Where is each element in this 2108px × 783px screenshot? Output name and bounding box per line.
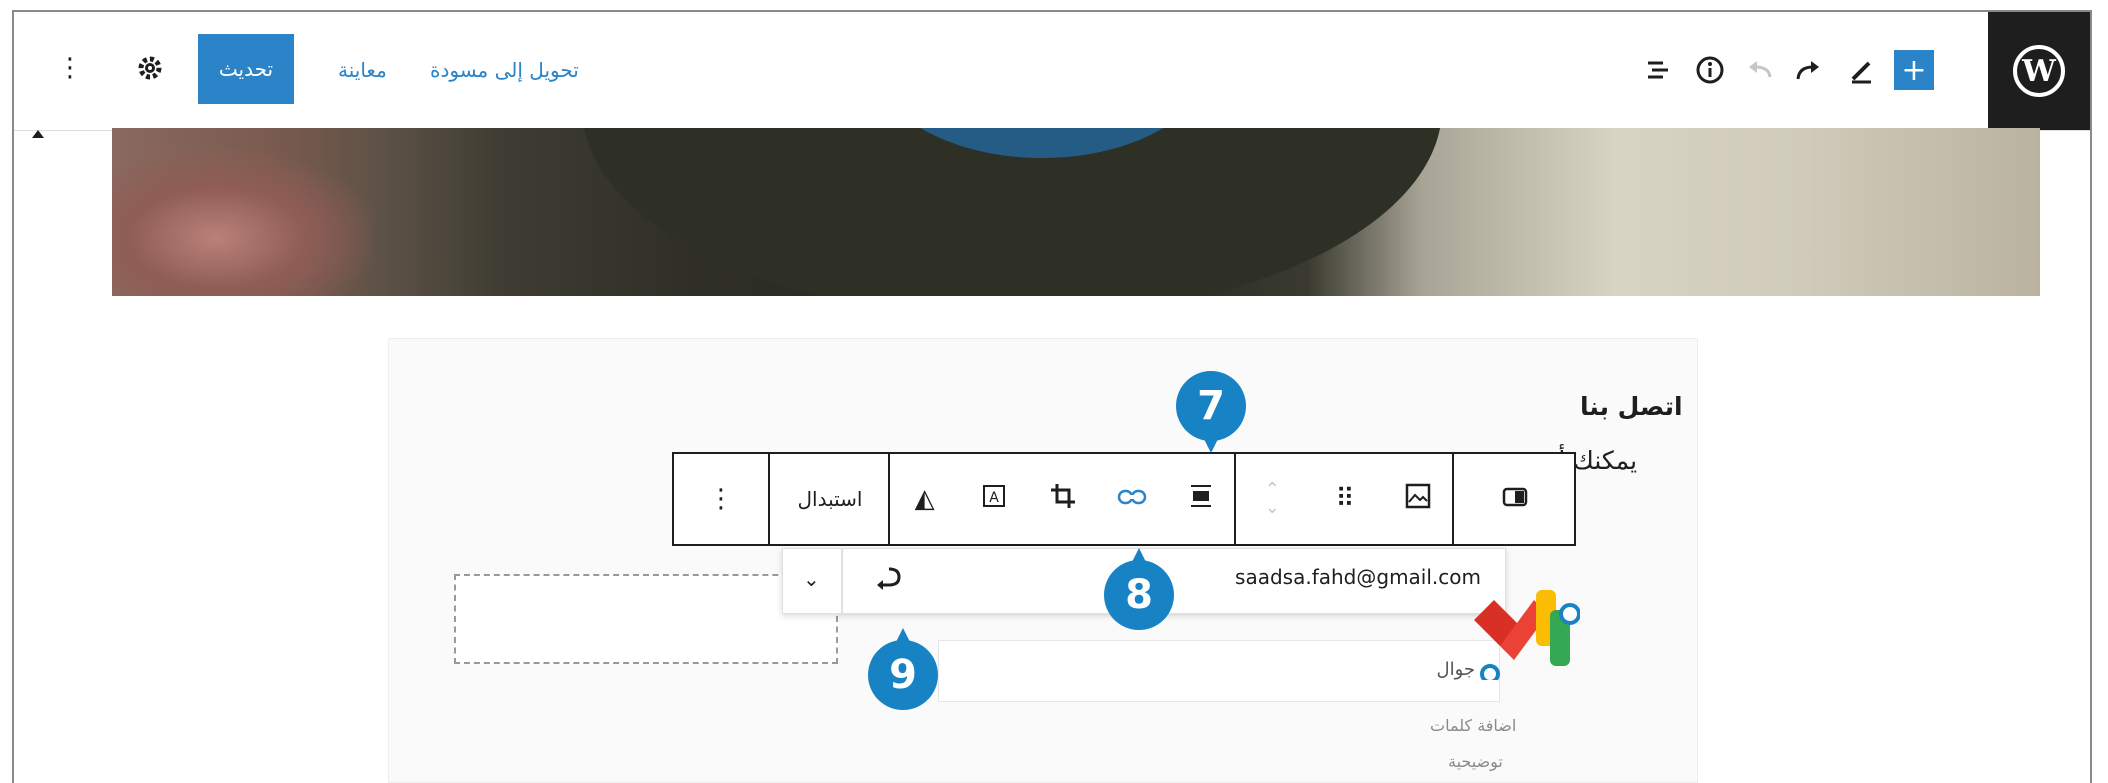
duotone-icon[interactable]: ◭ xyxy=(903,484,947,514)
contact-heading: اتصل بنا xyxy=(1580,392,1683,421)
wordpress-icon: W xyxy=(2013,45,2065,97)
image-tools-group: ◭ A xyxy=(888,454,1236,544)
more-options-icon: ⋮ xyxy=(57,53,83,83)
undo-button[interactable] xyxy=(1740,50,1780,90)
step-badge-8: 8 xyxy=(1104,548,1174,630)
badge-pointer xyxy=(1203,437,1219,453)
phone-field[interactable]: جوال xyxy=(938,640,1500,702)
list-view-icon xyxy=(1648,61,1668,79)
link-url-text[interactable]: saadsa.fahd@gmail.com xyxy=(1235,565,1481,589)
image-block-icon[interactable] xyxy=(1396,482,1440,517)
app-caption-line1: اضافة كلمات xyxy=(1430,716,1517,735)
popover-divider xyxy=(841,549,843,613)
switch-to-draft-link[interactable]: تحويل إلى مسودة xyxy=(430,58,579,82)
transform-button[interactable] xyxy=(1452,454,1576,544)
step-badge-9-label: 9 xyxy=(889,652,917,698)
undo-icon xyxy=(1749,61,1772,78)
details-button[interactable] xyxy=(1690,50,1730,90)
app-caption-line2: توضيحية xyxy=(1448,752,1503,771)
scroll-up-arrow-icon[interactable] xyxy=(32,130,44,138)
replace-label: استبدال xyxy=(797,487,863,511)
app-logo-icon xyxy=(1470,570,1581,684)
badge-pointer xyxy=(1131,548,1147,564)
settings-button[interactable] xyxy=(130,48,170,88)
step-badge-7: 7 xyxy=(1176,371,1246,453)
link-icon[interactable] xyxy=(1110,484,1154,514)
step-badge-9: 9 xyxy=(868,628,938,710)
placeholder-block[interactable] xyxy=(454,574,838,664)
drag-handle-icon[interactable]: ⠿ xyxy=(1323,484,1367,514)
more-options-segment[interactable]: ⋮ xyxy=(674,454,768,544)
add-block-icon: + xyxy=(1901,52,1927,88)
block-move-group: ⌃ ⌄ ⠿ xyxy=(1234,454,1454,544)
info-icon xyxy=(1696,56,1724,84)
crop-icon[interactable] xyxy=(1041,482,1085,517)
transform-icon xyxy=(1493,484,1537,514)
settings-icon xyxy=(138,56,162,80)
link-return-icon[interactable] xyxy=(873,563,903,597)
svg-text:A: A xyxy=(989,490,999,506)
fabric-shape xyxy=(112,148,372,296)
preview-link[interactable]: معاينة xyxy=(338,58,387,82)
edit-tool-button[interactable] xyxy=(1842,50,1882,90)
text-over-image-icon[interactable]: A xyxy=(972,483,1016,516)
more-options-button[interactable]: ⋮ xyxy=(50,48,90,88)
wordpress-logo-button[interactable]: W xyxy=(1988,12,2090,130)
block-toolbar: ⋮ استبدال ◭ A ⌃ ⌄ ⠿ xyxy=(672,452,1576,546)
badge-pointer xyxy=(895,628,911,644)
add-block-button[interactable]: + xyxy=(1894,50,1934,90)
redo-button[interactable] xyxy=(1788,50,1828,90)
step-badge-8-label: 8 xyxy=(1125,572,1153,618)
redo-icon xyxy=(1796,61,1819,80)
edit-icon xyxy=(1851,61,1871,84)
chevron-down-icon[interactable]: ⌄ xyxy=(803,567,820,591)
step-badge-7-label: 7 xyxy=(1197,383,1225,429)
align-icon[interactable] xyxy=(1179,483,1223,516)
move-arrows-icon[interactable]: ⌃ ⌄ xyxy=(1250,481,1294,517)
cover-image xyxy=(112,128,2040,296)
update-button[interactable]: تحديث xyxy=(198,34,294,104)
more-options-icon: ⋮ xyxy=(708,484,734,514)
replace-button[interactable]: استبدال xyxy=(768,454,890,544)
list-view-button[interactable] xyxy=(1638,50,1678,90)
